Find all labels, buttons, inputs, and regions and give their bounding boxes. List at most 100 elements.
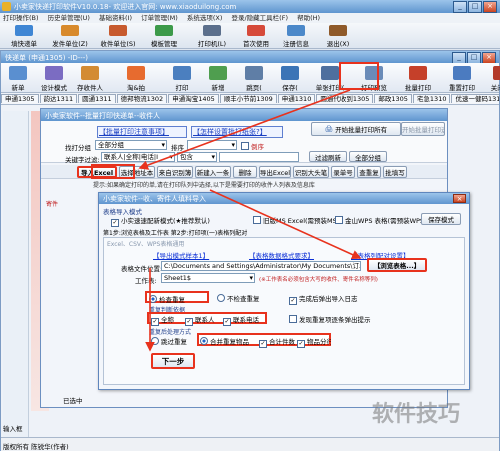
toolbar-button-label: 单张打印( xyxy=(315,84,345,92)
menu-item[interactable]: 基础资料(I) xyxy=(99,14,132,22)
express-toolbar-button[interactable]: 单张打印( xyxy=(311,64,349,92)
express-toolbar-button[interactable]: 新单 xyxy=(3,64,33,92)
dup-fullname-checkbox[interactable]: ✓ 全称 xyxy=(151,314,181,326)
main-toolbar-button[interactable]: 收件单位(S) xyxy=(96,23,140,48)
batch-toolbar-button[interactable]: 批填写 xyxy=(383,166,407,178)
save-mode-button[interactable]: 保存模式 xyxy=(421,213,461,225)
batch-toolbar-button[interactable]: 识别大头笔 xyxy=(293,166,329,178)
express-tab[interactable]: 申通1305 xyxy=(1,94,39,103)
express-tab[interactable]: 圆通1311 xyxy=(78,94,116,103)
left-label-column xyxy=(3,111,29,451)
keyword-input[interactable] xyxy=(219,152,299,162)
show-log-checkbox[interactable]: ✓ 完成后弹出导入日志 xyxy=(289,293,379,305)
main-toolbar-button[interactable]: 模板管理 xyxy=(142,23,186,48)
keyword-operator-select[interactable]: 包含 xyxy=(177,152,217,162)
import-title-bar[interactable]: 小卖家软件--收、寄件人填料导入 × xyxy=(99,193,469,204)
reverse-checkbox[interactable]: 倒序 xyxy=(241,141,275,151)
import-steps-tabs[interactable]: 第1步:浏览表格及工作表 第2步:打印项(一)表格列配对 xyxy=(103,228,323,237)
express-tab[interactable]: 申通淘宝1405 xyxy=(168,94,219,103)
check-duplicate-option[interactable]: 检查重复 xyxy=(145,291,209,304)
batch-toolbar-button[interactable]: 来自识别簿 xyxy=(157,166,193,178)
batch-toolbar-button[interactable]: 查重复 xyxy=(357,166,381,178)
excel-quick-mode-checkbox[interactable]: ✓ 小实速速配新模式(★推荐默认) xyxy=(111,215,231,227)
express-tab[interactable]: 圆通代收到1305 xyxy=(316,94,374,103)
first-use-icon xyxy=(247,25,265,36)
express-title-bar[interactable]: 快递单 (申通1305) -ID---) _ □ × xyxy=(1,51,499,64)
main-toolbar-button[interactable]: 首次使用 xyxy=(234,23,278,48)
next-step-button[interactable]: 下一步 xyxy=(151,353,195,369)
express-toolbar-button[interactable]: 批量打印 xyxy=(399,64,437,92)
fill-waybill-icon xyxy=(15,25,33,36)
main-toolbar-button[interactable]: 填快递单 xyxy=(2,23,46,48)
batch-toolbar-button[interactable]: 新建入一条 xyxy=(195,166,231,178)
menu-item[interactable]: 登录/隐藏工具栏(F) xyxy=(231,14,288,22)
express-tab[interactable]: 宅急1310 xyxy=(412,94,451,103)
group-select[interactable]: 全部分组 xyxy=(95,140,167,150)
dup-prompt-checkbox[interactable]: 发现重复项逐条弹出提示 xyxy=(289,314,399,324)
express-tab[interactable]: 韵达1311 xyxy=(39,94,78,103)
menu-item[interactable]: 历史单管理(U) xyxy=(48,14,90,22)
main-toolbar-button[interactable]: 发件单位(Z) xyxy=(48,23,92,48)
batch-toolbar-button[interactable]: 导入Excel xyxy=(77,166,117,178)
filter-refresh-button[interactable]: 过滤刷新 xyxy=(309,151,347,162)
express-toolbar-button[interactable]: 关闭(X) xyxy=(487,64,500,92)
sum-count-checkbox[interactable]: ✓ 合计件数 xyxy=(259,336,295,348)
main-toolbar-button[interactable]: 注册信息 xyxy=(274,23,318,48)
file-location-input[interactable]: C:\Documents and Settings\Administrator\… xyxy=(161,261,361,271)
minimize-icon[interactable]: _ xyxy=(453,1,467,13)
merge-duplicates-option[interactable]: 合并重复物品 xyxy=(200,336,256,346)
menu-item[interactable]: 打印操作(B) xyxy=(3,14,39,22)
main-title-bar[interactable]: 小卖家快递打印软件V10.0.18- 欢迎进入官网: www.xiaoduilo… xyxy=(0,0,500,13)
toolbar-button-label: 跳页( xyxy=(246,84,262,92)
batch-toolbar-button[interactable]: 选择地址本 xyxy=(119,166,155,178)
express-toolbar-button[interactable]: 保存( xyxy=(275,64,305,92)
export-sample-link[interactable]: 【导出模式样本1】 xyxy=(153,250,217,260)
dup-contact-checkbox[interactable]: ✓ 联系人 xyxy=(185,314,221,326)
toolbar-button-label: 打印机(L) xyxy=(197,40,227,48)
dup-phone-checkbox[interactable]: ✓ 联系电话 xyxy=(223,314,265,326)
add-icon xyxy=(209,66,227,80)
express-toolbar-button[interactable]: 打印 xyxy=(167,64,197,92)
toolbar-button-label: 关闭(X) xyxy=(490,84,500,92)
menu-item[interactable]: 订单管理(M) xyxy=(141,14,178,22)
wps-mode-checkbox[interactable]: 金山WPS 表格(需预装WPS) xyxy=(335,215,431,225)
menu-item[interactable]: 系统选项(X) xyxy=(187,14,223,22)
no-check-duplicate-option[interactable]: 不检查重复 xyxy=(217,293,271,303)
skip-duplicates-option[interactable]: 跳过重复 xyxy=(151,336,195,346)
maximize-icon[interactable]: □ xyxy=(468,1,482,13)
main-toolbar-button[interactable]: 退出(X) xyxy=(316,23,360,48)
close-icon[interactable]: × xyxy=(483,1,497,13)
express-toolbar-button[interactable]: 设计模式 xyxy=(39,64,69,92)
browse-table-button[interactable]: 【浏览表格...】 xyxy=(367,258,427,272)
paper-setup-link[interactable]: 【怎样设置批打纸张?】 xyxy=(191,126,283,138)
express-tab[interactable]: 顺丰小节前1309 xyxy=(219,94,277,103)
batch-toolbar-button[interactable]: 录单号 xyxy=(331,166,355,178)
items-split-checkbox[interactable]: ✓ 物品分行 xyxy=(297,336,331,348)
express-tab[interactable]: 申通1310 xyxy=(277,94,316,103)
main-toolbar-button[interactable]: 打印机(L) xyxy=(190,23,234,48)
menu-item[interactable]: 帮助(H) xyxy=(297,14,320,22)
express-toolbar-button[interactable]: 跳页( xyxy=(239,64,269,92)
express-toolbar-button[interactable]: 重置打印 xyxy=(443,64,481,92)
close-icon[interactable]: × xyxy=(453,194,466,203)
keyword-field-select[interactable]: 联系人|全称|电话|I xyxy=(101,152,175,162)
save-receiver-icon xyxy=(81,66,99,80)
batch-notes-link[interactable]: 【批量打印注意事项】 xyxy=(97,126,187,138)
express-toolbar-button[interactable]: 新增 xyxy=(203,64,233,92)
express-toolbar-button[interactable]: 淘&拍 xyxy=(111,64,161,92)
sheet-select[interactable]: Sheet1$ xyxy=(161,273,255,283)
express-tab[interactable]: 德邦物流1302 xyxy=(116,94,168,103)
start-batch-print-all-button[interactable]: 🖨 开始批量打印所有 xyxy=(311,122,401,136)
express-toolbar-button[interactable]: 打印预览 xyxy=(355,64,393,92)
start-batch-print-selected-button[interactable]: 开始批量打印选中 xyxy=(401,122,445,136)
exit-icon xyxy=(329,25,347,36)
batch-toolbar-button[interactable]: 导出Excel xyxy=(259,166,291,178)
all-groups-button[interactable]: 全部分组 xyxy=(349,151,387,162)
sort-select[interactable] xyxy=(187,140,237,150)
batch-toolbar-button[interactable]: 删除 xyxy=(233,166,257,178)
format-requirements-link[interactable]: 【表格数据格式要求】 xyxy=(249,250,323,260)
express-tab[interactable]: 邮政1305 xyxy=(374,94,412,103)
batch-title-bar[interactable]: 小卖家软件--批量打印快递单--收件人 xyxy=(41,109,447,121)
express-toolbar-button[interactable]: 存收件人 xyxy=(75,64,105,92)
express-tab[interactable]: 优速一健码1310 xyxy=(451,94,499,103)
